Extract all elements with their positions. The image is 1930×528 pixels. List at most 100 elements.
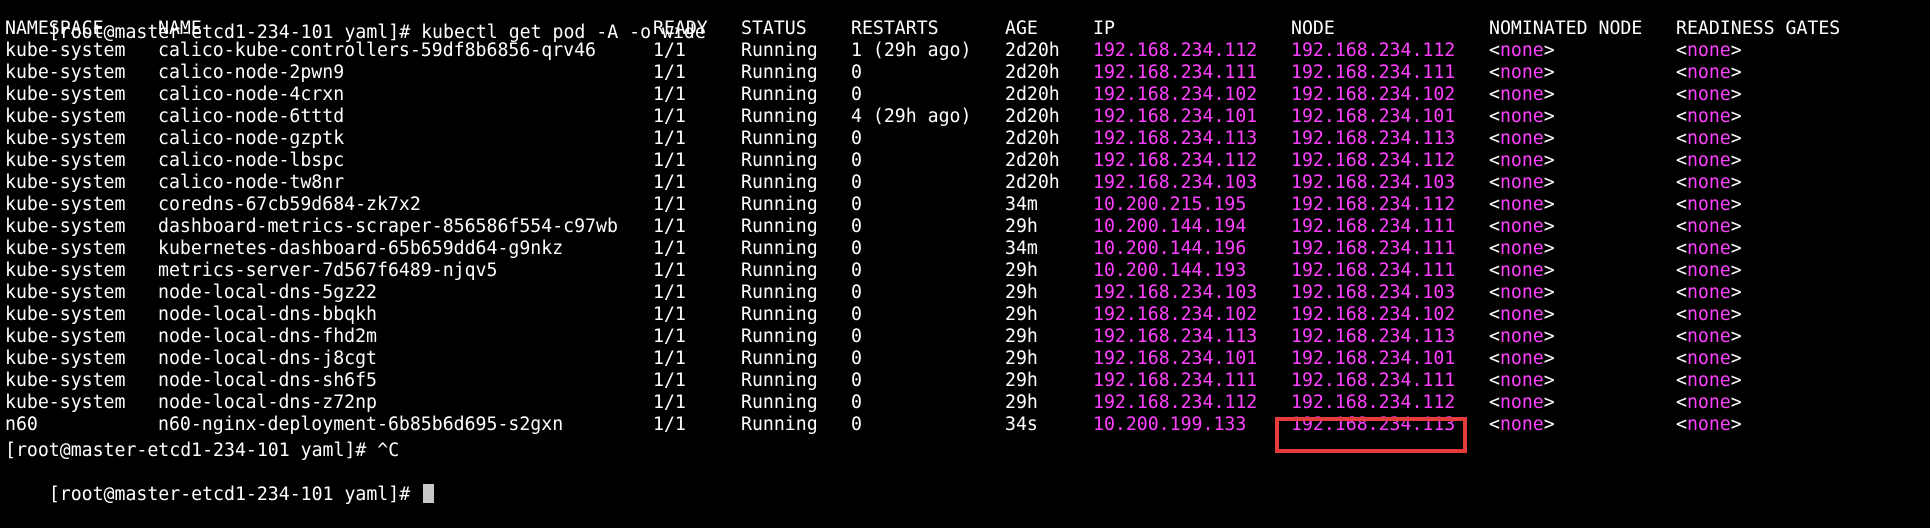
table-header-row: NAMESPACE NAME READY STATUS RESTARTS AGE… [5, 18, 1840, 40]
cell-ready: 1/1 [653, 216, 686, 237]
cell-ip: 192.168.234.102 [1093, 304, 1258, 325]
cell-status: Running [741, 84, 818, 105]
cell-node: 192.168.234.113 [1291, 326, 1456, 347]
cell-readiness-gates: <none> [1676, 84, 1742, 105]
cell-age: 29h [1005, 326, 1038, 347]
cell-age: 34m [1005, 238, 1038, 259]
cell-name: calico-node-lbspc [158, 150, 345, 171]
cell-age: 29h [1005, 304, 1038, 325]
cell-restarts: 0 [851, 150, 862, 171]
cell-restarts: 0 [851, 370, 862, 391]
cell-readiness-gates: <none> [1676, 304, 1742, 325]
cell-restarts: 0 [851, 84, 862, 105]
cell-readiness-gates: <none> [1676, 238, 1742, 259]
cell-ready: 1/1 [653, 370, 686, 391]
cell-name: node-local-dns-z72np [158, 392, 377, 413]
cell-name: n60-nginx-deployment-6b85b6d695-s2gxn [158, 414, 564, 435]
cell-ready: 1/1 [653, 106, 686, 127]
cell-status: Running [741, 150, 818, 171]
cell-namespace: kube-system [5, 370, 126, 391]
cell-nominated-node: <none> [1489, 348, 1555, 369]
cell-nominated-node: <none> [1489, 150, 1555, 171]
cell-node: 192.168.234.102 [1291, 84, 1456, 105]
cell-ready: 1/1 [653, 150, 686, 171]
cell-ip: 192.168.234.103 [1093, 172, 1258, 193]
cell-age: 29h [1005, 216, 1038, 237]
cell-namespace: kube-system [5, 304, 126, 325]
cell-namespace: kube-system [5, 84, 126, 105]
cell-node: 192.168.234.111 [1291, 216, 1456, 237]
cell-status: Running [741, 216, 818, 237]
cell-readiness-gates: <none> [1676, 106, 1742, 127]
cell-nominated-node: <none> [1489, 260, 1555, 281]
prompt-line-current[interactable]: [root@master-etcd1-234-101 yaml]# [5, 462, 435, 505]
cell-node: 192.168.234.103 [1291, 172, 1456, 193]
header-ready: READY [653, 18, 708, 39]
cell-status: Running [741, 260, 818, 281]
cell-age: 34s [1005, 414, 1038, 435]
cell-nominated-node: <none> [1489, 238, 1555, 259]
cell-readiness-gates: <none> [1676, 370, 1742, 391]
cell-age: 29h [1005, 260, 1038, 281]
cell-node: 192.168.234.111 [1291, 260, 1456, 281]
cell-name: calico-kube-controllers-59df8b6856-qrv46 [158, 40, 596, 61]
header-name: NAME [158, 18, 202, 39]
cell-restarts: 0 [851, 282, 862, 303]
cell-status: Running [741, 238, 818, 259]
cell-node: 192.168.234.112 [1291, 392, 1456, 413]
cell-age: 2d20h [1005, 62, 1060, 83]
header-status: STATUS [741, 18, 807, 39]
cell-ip: 192.168.234.101 [1093, 106, 1258, 127]
cell-name: dashboard-metrics-scraper-856586f554-c97… [158, 216, 618, 237]
cell-node: 192.168.234.112 [1291, 40, 1456, 61]
header-namespace: NAMESPACE [5, 18, 104, 39]
cell-readiness-gates: <none> [1676, 216, 1742, 237]
cell-nominated-node: <none> [1489, 62, 1555, 83]
cell-nominated-node: <none> [1489, 370, 1555, 391]
cell-restarts: 0 [851, 326, 862, 347]
cell-namespace: kube-system [5, 194, 126, 215]
cell-name: node-local-dns-bbqkh [158, 304, 377, 325]
cell-nominated-node: <none> [1489, 84, 1555, 105]
cell-restarts: 0 [851, 128, 862, 149]
cell-status: Running [741, 414, 818, 435]
cell-restarts: 0 [851, 62, 862, 83]
cell-ip: 192.168.234.103 [1093, 282, 1258, 303]
cell-status: Running [741, 392, 818, 413]
cell-nominated-node: <none> [1489, 106, 1555, 127]
cell-name: calico-node-6tttd [158, 106, 345, 127]
cell-status: Running [741, 128, 818, 149]
cell-ip: 192.168.234.113 [1093, 326, 1258, 347]
cell-ready: 1/1 [653, 326, 686, 347]
cell-ready: 1/1 [653, 414, 686, 435]
cell-namespace: kube-system [5, 62, 126, 83]
header-restarts: RESTARTS [851, 18, 939, 39]
cell-nominated-node: <none> [1489, 40, 1555, 61]
cell-name: coredns-67cb59d684-zk7x2 [158, 194, 421, 215]
cell-ready: 1/1 [653, 304, 686, 325]
cell-node: 192.168.234.102 [1291, 304, 1456, 325]
cell-age: 2d20h [1005, 172, 1060, 193]
header-readiness-gates: READINESS GATES [1676, 18, 1841, 39]
cell-readiness-gates: <none> [1676, 392, 1742, 413]
cell-age: 2d20h [1005, 84, 1060, 105]
cell-ip: 192.168.234.112 [1093, 150, 1258, 171]
cell-readiness-gates: <none> [1676, 414, 1742, 435]
cell-nominated-node: <none> [1489, 304, 1555, 325]
cell-restarts: 1 (29h ago) [851, 40, 972, 61]
cell-restarts: 0 [851, 304, 862, 325]
cell-name: calico-node-gzptk [158, 128, 345, 149]
cell-ready: 1/1 [653, 194, 686, 215]
header-ip: IP [1093, 18, 1115, 39]
cell-namespace: kube-system [5, 40, 126, 61]
cell-ready: 1/1 [653, 172, 686, 193]
cell-age: 34m [1005, 194, 1038, 215]
cell-nominated-node: <none> [1489, 194, 1555, 215]
annotation-highlight-box [1275, 417, 1467, 453]
cell-namespace: kube-system [5, 238, 126, 259]
cell-ip: 10.200.144.193 [1093, 260, 1247, 281]
cell-node: 192.168.234.111 [1291, 62, 1456, 83]
cell-nominated-node: <none> [1489, 326, 1555, 347]
cell-status: Running [741, 106, 818, 127]
terminal-window[interactable]: [root@master-etcd1-234-101 yaml]# kubect… [0, 0, 1930, 505]
